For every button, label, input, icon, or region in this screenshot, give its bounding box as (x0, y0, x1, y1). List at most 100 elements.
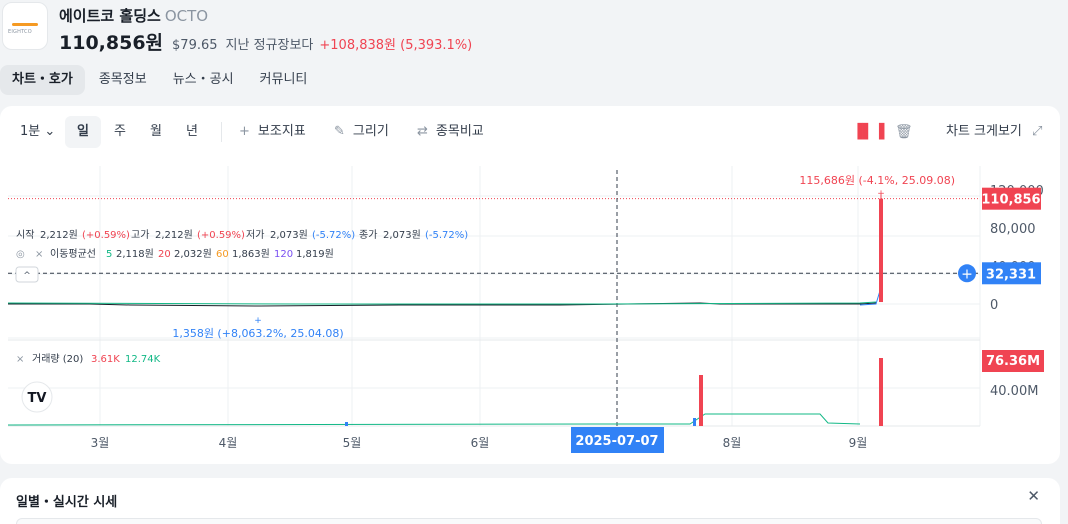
x-axis-labels: 3월 4월 5월 6월 8월 9월 (91, 436, 868, 450)
interval-label: 1분 (20, 124, 41, 139)
x-label-sep: 9월 (849, 436, 868, 450)
expand-label: 차트 크게보기 (946, 124, 1022, 139)
min-annotation: 1,358원 (+8,063.2%, 25.04.08) (172, 327, 343, 340)
price-chart[interactable]: 115,686원 (-4.1%, 25.09.08) + + 1,358원 (+… (0, 156, 1060, 464)
stock-header: EIGHTCO 에이트코 홀딩스 OCTO 110,856원 $79.65 지난 … (0, 0, 1068, 106)
tradingview-icon: TV (28, 391, 47, 406)
compare-button[interactable]: ⇄ 종목비교 (417, 116, 484, 148)
compare-label: 지난 정규장보다 (225, 38, 314, 53)
period-month[interactable]: 월 (150, 116, 162, 148)
volume-tick-label: 40.00M (990, 384, 1038, 399)
logo-text: EIGHTCO (8, 29, 32, 35)
expand-icon: ⤢ (1032, 124, 1043, 139)
indicators-label: 보조지표 (257, 124, 306, 139)
ma5-label: 5 (106, 249, 112, 260)
x-label-jun: 6월 (471, 436, 490, 450)
close-icon[interactable]: × (35, 249, 43, 260)
x-label-mar: 3월 (91, 436, 110, 450)
y-tick-label: 80,000 (990, 222, 1036, 237)
ma-label: 이동평균선 (50, 248, 96, 260)
ma-legend: ◎ × 이동평균선 5 2,118원 20 2,032원 60 1,863원 1… (16, 248, 334, 260)
x-label-aug: 8월 (723, 436, 742, 450)
volume-value-2: 12.74K (125, 354, 161, 365)
tab-community[interactable]: 커뮤니티 (248, 65, 320, 95)
legend-low-pct: (-5.72%) (312, 230, 355, 241)
volume-bar (345, 422, 348, 426)
max-annotation: 115,686원 (-4.1%, 25.09.08) (799, 174, 955, 187)
pen-icon: ✎ (334, 124, 345, 139)
current-price: 110,856원 (59, 32, 164, 54)
plus-icon: + (961, 266, 973, 282)
chart-grid (8, 166, 981, 426)
legend-open-label: 시작 (16, 229, 34, 241)
price-change: +108,838원 (5,393.1%) (319, 38, 473, 53)
chevron-down-icon: ⌄ (44, 124, 56, 139)
period-week[interactable]: 주 (114, 116, 126, 148)
ma120-label: 120 (274, 249, 293, 260)
volume-label: 거래량 (20) (32, 353, 83, 365)
draw-button[interactable]: ✎ 그리기 (334, 116, 389, 148)
ohlc-legend: 시작 2,212원 (+0.59%) 고가 2,212원 (+0.59%) 저가… (16, 229, 468, 241)
legend-open-pct: (+0.59%) (82, 230, 130, 241)
swap-icon: ⇄ (417, 124, 428, 139)
daily-prices-title: 일별・실시간 시세 (16, 495, 118, 510)
chart-toolbar: 1분 ⌄ 일 주 월 년 + 보조지표 ✎ 그리기 ⇄ 종목비교 ▐▌▐ 🗑 차트 크… (0, 106, 1060, 156)
current-price-badge-text: 110,856 (981, 193, 1040, 208)
indicators-button[interactable]: + 보조지표 (239, 116, 306, 148)
legend-close-pct: (-5.72%) (425, 230, 468, 241)
legend-close: 2,073원 (383, 229, 421, 241)
ma60-value: 1,863원 (232, 248, 270, 260)
ma20-value: 2,032원 (174, 248, 212, 260)
chart-card: 1분 ⌄ 일 주 월 년 + 보조지표 ✎ 그리기 ⇄ 종목비교 ▐▌▐ 🗑 차트 크… (0, 106, 1060, 464)
volume-bar (879, 358, 883, 426)
tab-news[interactable]: 뉴스・공시 (161, 65, 246, 95)
tab-chart[interactable]: 차트・호가 (0, 65, 85, 95)
legend-high-label: 고가 (131, 229, 149, 241)
trash-icon[interactable]: 🗑 (895, 116, 913, 148)
legend-close-label: 종가 (359, 229, 377, 241)
volume-bar (699, 375, 703, 426)
volume-bar (693, 418, 696, 426)
stock-name-text: 에이트코 홀딩스 (59, 7, 161, 25)
ma120-value: 1,819원 (296, 248, 334, 260)
ma60-label: 60 (216, 249, 229, 260)
volume-current-badge-text: 76.36M (986, 354, 1040, 369)
last-candle-body (879, 198, 883, 303)
draw-label: 그리기 (352, 124, 389, 139)
price-row: 110,856원 $79.65 지난 정규장보다 +108,838원 (5,39… (59, 28, 472, 55)
tab-info[interactable]: 종목정보 (87, 65, 159, 95)
toolbar-divider (221, 122, 222, 142)
chevron-up-icon: ^ (23, 271, 31, 281)
crosshair-date-text: 2025-07-07 (575, 434, 658, 449)
ma20-label: 20 (158, 249, 171, 260)
period-day[interactable]: 일 (65, 116, 101, 148)
expand-chart-button[interactable]: 차트 크게보기 ⤢ (946, 116, 1042, 148)
legend-open: 2,212원 (40, 229, 78, 241)
x-label-may: 5월 (343, 436, 362, 450)
stock-code: OCTO (164, 7, 209, 25)
ma-line (7, 301, 877, 305)
company-logo: EIGHTCO (2, 2, 48, 50)
legend-low: 2,073원 (270, 229, 308, 241)
interval-select[interactable]: 1분 ⌄ (20, 116, 55, 148)
eye-icon[interactable]: ◎ (16, 249, 25, 260)
y-tick-label: 0 (990, 298, 998, 313)
daily-prices-card: 일별・실시간 시세 ✕ (0, 478, 1060, 524)
x-label-apr: 4월 (219, 436, 238, 450)
stock-name: 에이트코 홀딩스 OCTO (59, 5, 208, 26)
plus-icon: + (239, 124, 250, 139)
volume-close-icon[interactable]: × (16, 354, 24, 365)
logo-mark (12, 23, 38, 26)
close-icon[interactable]: ✕ (1027, 487, 1040, 505)
main-tabs: 차트・호가 종목정보 뉴스・공시 커뮤니티 (0, 65, 321, 95)
legend-high: 2,212원 (155, 229, 193, 241)
min-marker: + (254, 316, 262, 326)
price-usd: $79.65 (172, 38, 218, 53)
volume-value-1: 3.61K (91, 354, 120, 365)
candle-style-icon[interactable]: ▐▌▐ (852, 116, 884, 148)
max-marker: + (877, 189, 885, 199)
crosshair-price-badge-text: 32,331 (986, 267, 1036, 282)
daily-prices-tabs[interactable] (16, 518, 1042, 524)
compare-label-text: 종목비교 (435, 124, 484, 139)
period-year[interactable]: 년 (186, 116, 198, 148)
